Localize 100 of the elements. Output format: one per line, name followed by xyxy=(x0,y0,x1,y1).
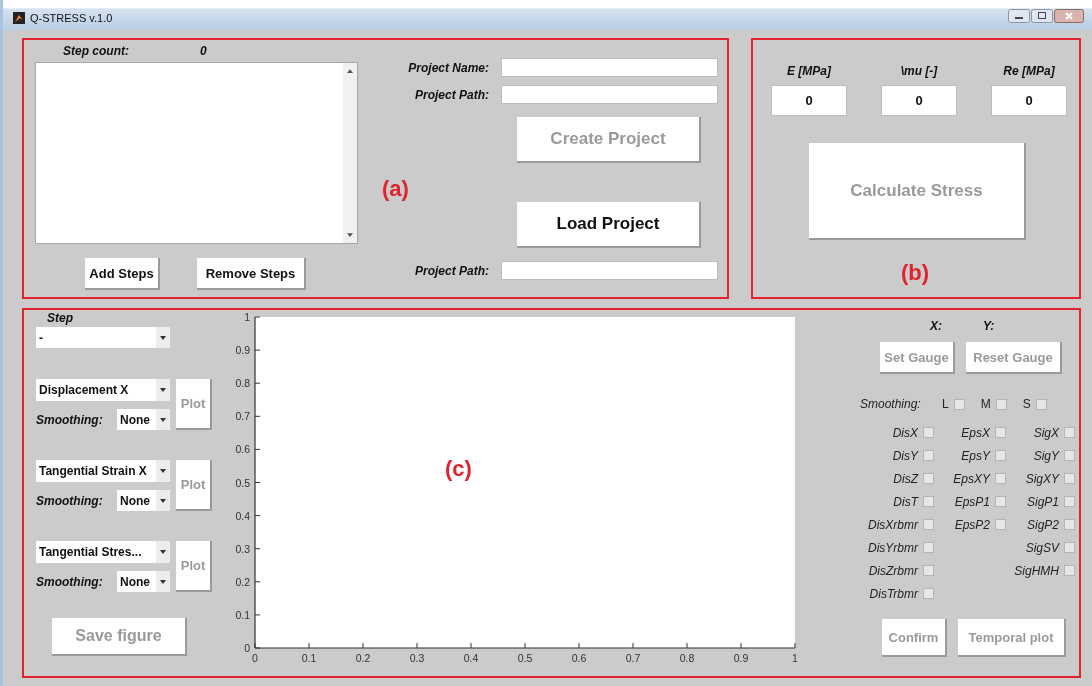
parameter-field[interactable]: 0 xyxy=(881,85,957,116)
tick-label: 0.5 xyxy=(235,476,250,489)
caret-icon xyxy=(160,417,166,422)
step-count-value: 0 xyxy=(200,44,207,58)
checkbox[interactable] xyxy=(995,398,1007,410)
x-label: X: xyxy=(930,319,942,333)
caret-icon xyxy=(160,498,166,503)
project-name-field[interactable] xyxy=(501,58,718,77)
checkbox[interactable] xyxy=(923,519,934,530)
tick-label: 0.7 xyxy=(235,410,250,423)
checkbox-label: EpsY xyxy=(961,448,990,463)
checkbox[interactable] xyxy=(923,565,934,576)
maximize-icon[interactable] xyxy=(1031,9,1053,23)
panel-label: (b) xyxy=(901,260,930,286)
checkbox[interactable] xyxy=(1064,473,1075,484)
checkbox[interactable] xyxy=(923,588,934,599)
checkbox[interactable] xyxy=(995,450,1006,461)
tick-label: 0.4 xyxy=(235,509,250,522)
field-label: Project Path: xyxy=(414,263,489,278)
close-icon[interactable] xyxy=(1054,9,1084,23)
caret-icon xyxy=(160,579,166,584)
smoothing-label: Smoothing: xyxy=(860,397,922,411)
checkbox-label: DisXrbmr xyxy=(868,517,918,532)
checkbox-label: DisX xyxy=(892,425,918,440)
caret-icon xyxy=(160,388,166,392)
tick-label: 0.3 xyxy=(235,542,250,555)
y-label: Y: xyxy=(983,319,995,333)
step-label: Step xyxy=(47,311,74,327)
smoothing-dropdown[interactable]: None xyxy=(117,490,170,511)
option-label: M xyxy=(980,397,991,411)
parameter-label: \mu [-] xyxy=(900,64,938,80)
checkbox-label: SigXY xyxy=(1025,471,1059,486)
option-label: L xyxy=(942,397,949,411)
minimize-icon[interactable] xyxy=(1008,9,1030,23)
checkbox[interactable] xyxy=(923,427,934,438)
remove-steps-button[interactable]: Remove Steps xyxy=(197,258,306,290)
checkbox-label: DisT xyxy=(893,494,918,509)
tick-label: 0.3 xyxy=(409,652,425,664)
checkbox-label: EpsP1 xyxy=(954,494,990,509)
tick-label: 0.4 xyxy=(463,652,479,664)
checkbox[interactable] xyxy=(923,450,934,461)
checkbox-label: EpsP2 xyxy=(954,517,990,532)
checkbox[interactable] xyxy=(1064,542,1075,553)
checkbox-label: SigP2 xyxy=(1026,517,1059,532)
step-dropdown[interactable]: - xyxy=(36,327,170,348)
checkbox[interactable] xyxy=(1064,519,1075,530)
tick-label: 0.7 xyxy=(625,652,641,664)
checkbox[interactable] xyxy=(1064,427,1075,438)
caret-icon xyxy=(160,469,166,473)
checkbox[interactable] xyxy=(995,496,1006,507)
tick-label: 0.6 xyxy=(571,652,587,664)
tick-label: 0.2 xyxy=(235,575,250,588)
checkbox[interactable] xyxy=(923,496,934,507)
tick-label: 0.1 xyxy=(235,608,250,621)
checkbox-label: SigSV xyxy=(1025,540,1059,555)
scrollbar[interactable] xyxy=(343,63,357,243)
checkbox-label: SigHMH xyxy=(1014,563,1059,578)
checkbox-label: EpsX xyxy=(961,425,990,440)
checkbox[interactable] xyxy=(995,519,1006,530)
quantity-dropdown[interactable]: Displacement X xyxy=(36,379,170,401)
parameter-field[interactable]: 0 xyxy=(991,85,1067,116)
tick-label: 0.9 xyxy=(235,344,250,357)
smoothing-dropdown[interactable]: None xyxy=(117,409,170,430)
checkbox[interactable] xyxy=(953,398,965,410)
tick-label: 0.6 xyxy=(235,443,250,456)
checkbox-label: DisY xyxy=(892,448,918,463)
parameter-field[interactable]: 0 xyxy=(771,85,847,116)
checkbox[interactable] xyxy=(923,542,934,553)
checkbox[interactable] xyxy=(995,473,1006,484)
load-project-button[interactable]: Load Project xyxy=(517,202,701,248)
checkbox-label: SigY xyxy=(1033,448,1059,463)
add-steps-button[interactable]: Add Steps xyxy=(85,258,160,290)
checkbox[interactable] xyxy=(1064,565,1075,576)
project-path-field[interactable] xyxy=(501,85,718,104)
app-icon xyxy=(13,12,25,24)
step-count-label: Step count: xyxy=(63,44,130,58)
project-path-field[interactable] xyxy=(501,261,718,280)
checkbox-label: DisTrbmr xyxy=(869,586,918,601)
checkbox[interactable] xyxy=(1064,450,1075,461)
smoothing-label: Smoothing: xyxy=(36,574,104,589)
up-arrow-icon[interactable] xyxy=(347,69,353,73)
tick-label: 0.2 xyxy=(355,652,371,664)
smoothing-dropdown[interactable]: None xyxy=(117,571,170,592)
checkbox[interactable] xyxy=(1064,496,1075,507)
quantity-dropdown[interactable]: Tangential Stres... xyxy=(36,541,170,563)
panel-label: (c) xyxy=(445,456,472,482)
field-label: Project Path: xyxy=(414,87,489,102)
checkbox[interactable] xyxy=(995,427,1006,438)
checkbox-label: DisYrbmr xyxy=(868,540,918,555)
checkbox-label: SigP1 xyxy=(1026,494,1059,509)
tick-label: 1 xyxy=(792,652,798,664)
quantity-dropdown[interactable]: Tangential Strain X xyxy=(36,460,170,482)
checkbox[interactable] xyxy=(1035,398,1047,410)
checkbox-label: DisZ xyxy=(893,471,918,486)
tick-label: 0 xyxy=(252,652,258,664)
down-arrow-icon[interactable] xyxy=(347,233,353,237)
caret-icon xyxy=(160,550,166,554)
window-title: Q-STRESS v.1.0 xyxy=(30,12,113,24)
checkbox[interactable] xyxy=(923,473,934,484)
option-label: S xyxy=(1022,397,1031,411)
